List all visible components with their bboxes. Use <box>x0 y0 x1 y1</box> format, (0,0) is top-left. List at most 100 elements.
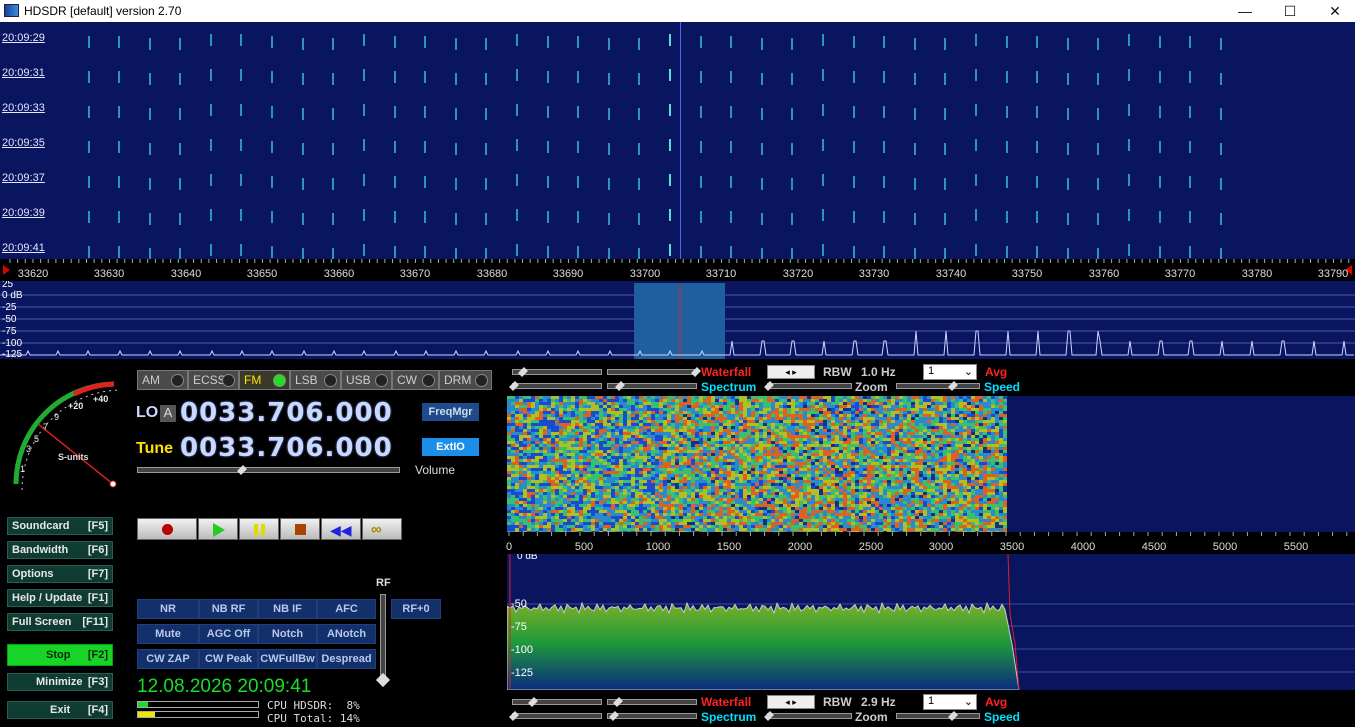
slider-knob[interactable] <box>518 367 528 377</box>
slider-knob[interactable] <box>609 711 619 721</box>
zoom-slider[interactable] <box>764 381 852 391</box>
slider-knob[interactable] <box>691 367 701 377</box>
lo-badge[interactable]: A <box>160 405 176 422</box>
zoom-label: Zoom <box>855 380 888 394</box>
slider-knob[interactable] <box>528 697 538 707</box>
nb-rf-button[interactable]: NB RF <box>199 599 258 619</box>
rf-zero-button[interactable]: RF+0 <box>391 599 441 619</box>
cw-peak-button[interactable]: CW Peak <box>199 649 258 669</box>
mode-label: ECSS <box>193 373 226 387</box>
af-avg-select[interactable]: 1 ⌄ <box>923 694 977 710</box>
maximize-window-button[interactable]: ☐ <box>1275 2 1305 20</box>
slider-knob[interactable] <box>948 711 958 721</box>
af-spectrum-label: Spectrum <box>701 710 757 724</box>
avg-select[interactable]: 1 ⌄ <box>923 364 977 380</box>
mute-button[interactable]: Mute <box>137 624 199 644</box>
mode-label: CW <box>397 373 417 387</box>
waterfall-brightness-slider[interactable] <box>607 367 701 377</box>
af-waterfall[interactable] <box>507 396 1355 532</box>
af-frequency-axis[interactable]: 0 500 1000 1500 2000 2500 3000 3500 4000… <box>505 532 1355 554</box>
spectrum-contrast-slider[interactable] <box>509 381 602 391</box>
frequency-axis[interactable]: 33620 33630 33640 33650 33660 33670 3368… <box>0 259 1355 281</box>
rewind-button[interactable]: ◀◀ <box>321 518 361 540</box>
stop-playback-button[interactable] <box>280 518 320 540</box>
mode-drm-button[interactable]: DRM <box>439 370 492 390</box>
record-button[interactable] <box>137 518 197 540</box>
spectrum-label: Spectrum <box>701 380 757 394</box>
cpu-total-bar <box>137 711 259 718</box>
play-button[interactable] <box>198 518 238 540</box>
waterfall-contrast-slider[interactable] <box>512 367 602 377</box>
cw-zap-button[interactable]: CW ZAP <box>137 649 199 669</box>
minimize-button[interactable]: Minimize [F3] <box>7 673 113 691</box>
select-value: 1 <box>928 365 935 377</box>
exit-button[interactable]: Exit [F4] <box>7 701 113 719</box>
freqmgr-button[interactable]: FreqMgr <box>422 403 479 421</box>
mode-fm-button[interactable]: FM <box>239 370 290 390</box>
slider-knob[interactable] <box>509 711 519 721</box>
slider-knob[interactable] <box>764 381 774 391</box>
minimize-window-button[interactable]: — <box>1230 2 1260 20</box>
s-meter-label: S-units <box>58 452 89 462</box>
agc-off-button[interactable]: AGC Off <box>199 624 258 644</box>
slider-knob[interactable] <box>613 697 623 707</box>
af-rbw-stepper[interactable]: ◂ ▸ <box>767 695 815 709</box>
slider-knob[interactable] <box>375 672 391 688</box>
mode-cw-button[interactable]: CW <box>392 370 439 390</box>
s-mark: +20 <box>68 401 83 411</box>
rf-waterfall[interactable]: 20:09:29 20:09:31 20:09:33 20:09:35 20:0… <box>0 22 1355 259</box>
mode-ecss-button[interactable]: ECSS <box>188 370 239 390</box>
af-spectrum[interactable]: 0 dB -50 -75 -100 -125 <box>507 554 1355 690</box>
button-label: Full Screen <box>12 616 72 628</box>
help-update-button[interactable]: Help / Update [F1] <box>7 589 113 607</box>
mode-lsb-button[interactable]: LSB <box>290 370 341 390</box>
close-window-button[interactable]: ✕ <box>1320 2 1350 20</box>
af-waterfall-contrast-slider[interactable] <box>512 697 602 707</box>
datetime-display: 12.08.2026 20:09:41 <box>137 676 312 697</box>
cw-fullbw-button[interactable]: CWFullBw <box>258 649 317 669</box>
rbw-value: 1.0 Hz <box>861 365 896 379</box>
rf-gain-slider[interactable] <box>375 594 391 688</box>
stop-button[interactable]: Stop [F2] <box>7 644 113 666</box>
despread-button[interactable]: Despread <box>317 649 376 669</box>
af-speed-slider[interactable] <box>896 711 980 721</box>
nr-button[interactable]: NR <box>137 599 199 619</box>
slider-knob[interactable] <box>509 381 519 391</box>
s-meter: S-units 1 3 5 7 9 +20 +40 <box>13 381 121 490</box>
extio-button[interactable]: ExtIO <box>422 438 479 456</box>
loop-button[interactable]: ∞ <box>362 518 402 540</box>
hotkey: [F7] <box>87 568 108 580</box>
af-spectrum-contrast-slider[interactable] <box>509 711 602 721</box>
soundcard-button[interactable]: Soundcard [F5] <box>7 517 113 535</box>
options-button[interactable]: Options [F7] <box>7 565 113 583</box>
volume-slider[interactable] <box>137 465 400 475</box>
button-label: Stop <box>46 649 71 661</box>
slider-knob[interactable] <box>948 381 958 391</box>
mode-usb-button[interactable]: USB <box>341 370 392 390</box>
lo-frequency[interactable]: 0033.706.000 <box>180 398 393 428</box>
spectrum-brightness-slider[interactable] <box>607 381 697 391</box>
slider-knob[interactable] <box>764 711 774 721</box>
rbw-stepper[interactable]: ◂ ▸ <box>767 365 815 379</box>
tune-frequency[interactable]: 0033.706.000 <box>180 433 393 463</box>
rf-spectrum[interactable]: 25 0 dB -25 -50 -75 -100 -125 <box>0 281 1355 359</box>
full-screen-button[interactable]: Full Screen [F11] <box>7 613 113 631</box>
mode-am-button[interactable]: AM <box>137 370 188 390</box>
af-zoom-slider[interactable] <box>764 711 852 721</box>
af-waterfall-brightness-slider[interactable] <box>607 697 697 707</box>
bandwidth-button[interactable]: Bandwidth [F6] <box>7 541 113 559</box>
af-tick-label: 0 <box>505 541 513 553</box>
afc-button[interactable]: AFC <box>317 599 376 619</box>
speed-slider[interactable] <box>896 381 980 391</box>
nb-if-button[interactable]: NB IF <box>258 599 317 619</box>
tune-marker-line <box>680 22 681 259</box>
anotch-button[interactable]: ANotch <box>317 624 376 644</box>
slider-knob[interactable] <box>237 465 247 475</box>
led-on-icon <box>273 374 286 387</box>
slider-knob[interactable] <box>615 381 625 391</box>
freq-tick-label: 33730 <box>858 268 890 280</box>
freq-tick-label: 33700 <box>629 268 661 280</box>
notch-button[interactable]: Notch <box>258 624 317 644</box>
pause-button[interactable] <box>239 518 279 540</box>
af-spectrum-brightness-slider[interactable] <box>607 711 697 721</box>
